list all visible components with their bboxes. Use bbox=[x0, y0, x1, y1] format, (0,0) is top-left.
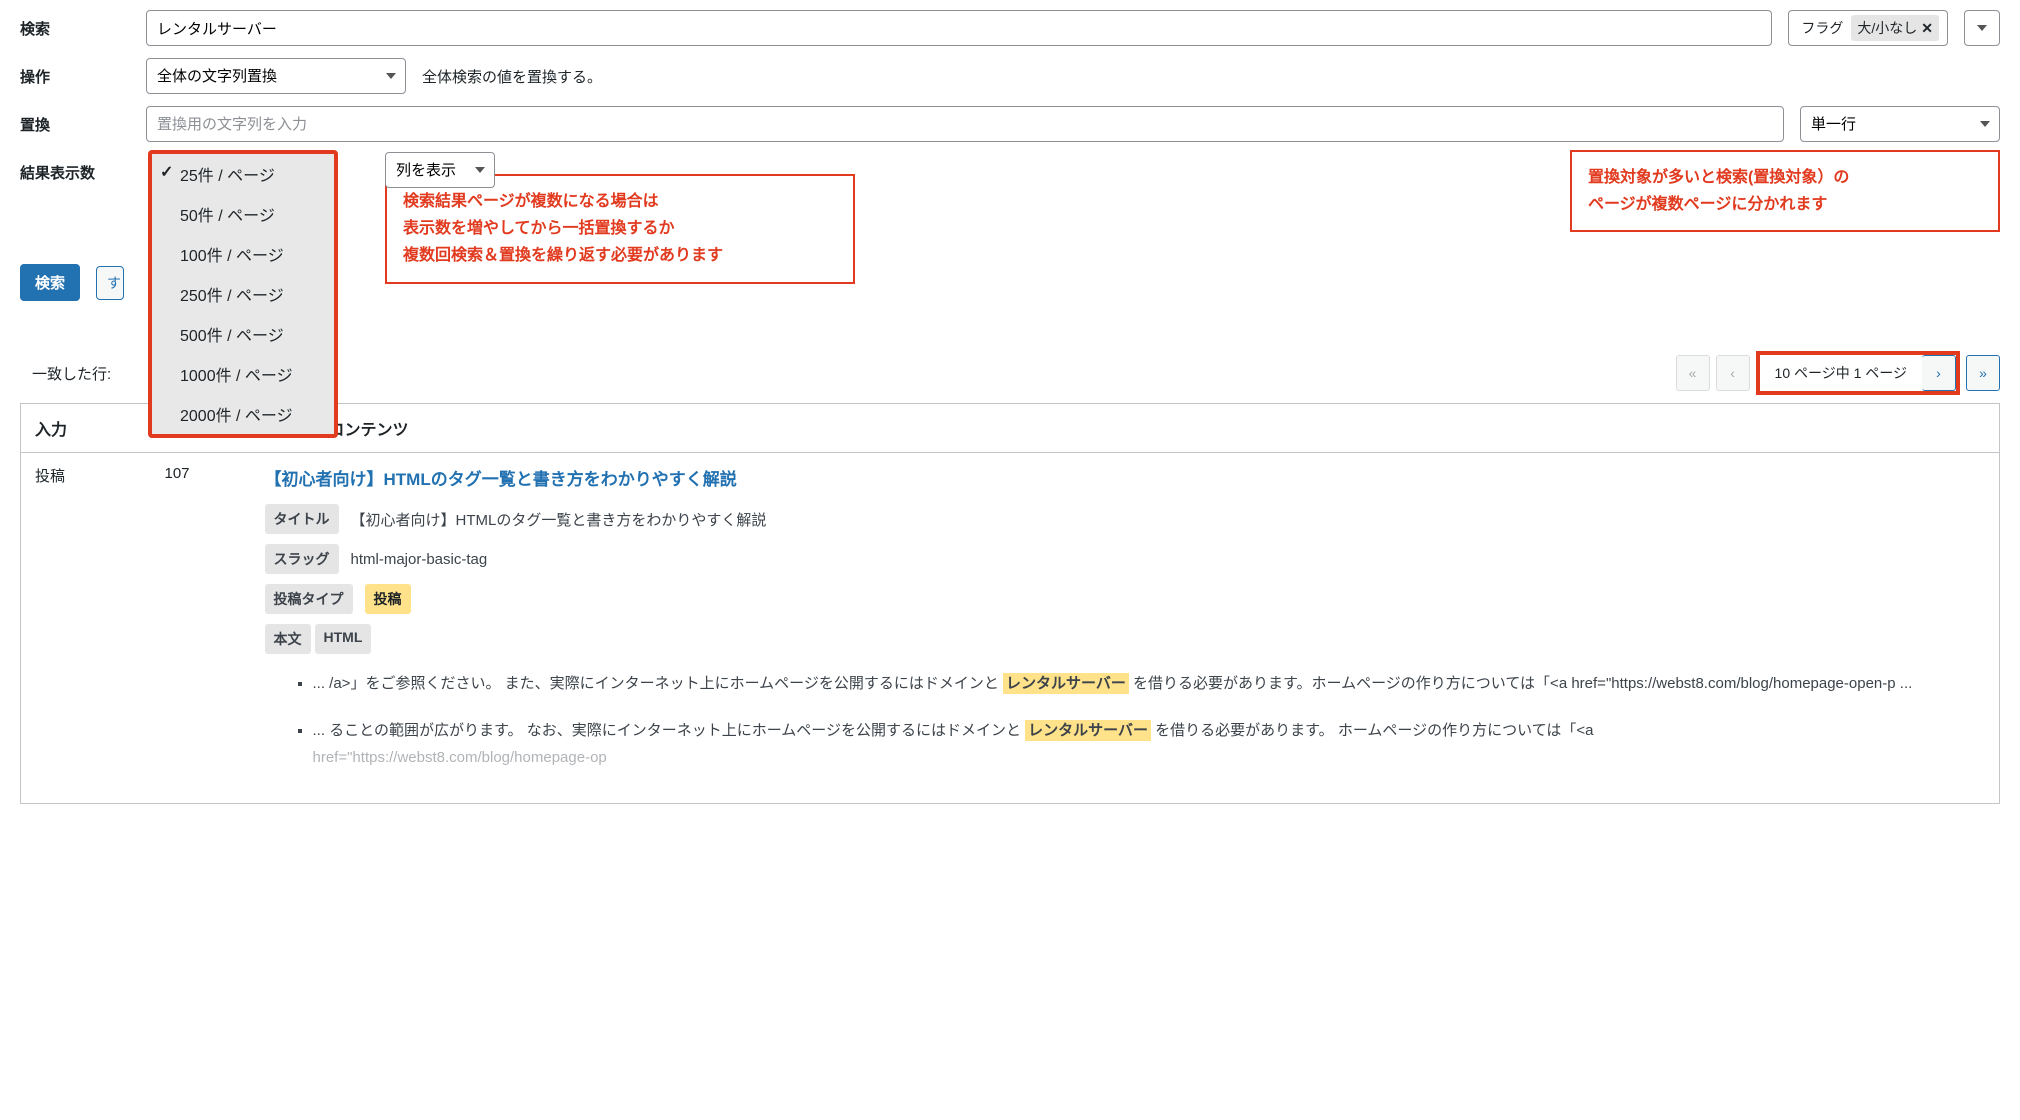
columns-button-area: 列を表示 bbox=[385, 152, 495, 188]
row-content: 【初心者向け】HTMLのタグ一覧と書き方をわかりやすく解説 タイトル 【初心者向… bbox=[251, 453, 2000, 804]
perpage-option-250[interactable]: 250件 / ページ bbox=[152, 274, 334, 314]
flag-dropdown-button[interactable] bbox=[1964, 10, 2000, 46]
flag-remove-icon[interactable]: ✕ bbox=[1921, 20, 1933, 37]
pager-last[interactable]: » bbox=[1966, 355, 2000, 391]
perpage-option-25[interactable]: 25件 / ページ bbox=[152, 154, 334, 194]
pager-highlight: 10 ページ中 1 ページ › bbox=[1756, 351, 1960, 395]
matches-label: 一致した行: bbox=[32, 363, 111, 384]
operation-row: 操作 全体の文字列置換 全体検索の値を置換する。 bbox=[20, 58, 2000, 94]
perpage-row: 結果表示数 25件 / ページ 50件 / ページ 100件 / ページ 250… bbox=[20, 154, 2000, 214]
perpage-option-2000[interactable]: 2000件 / ページ bbox=[152, 394, 334, 434]
row-type: 投稿 bbox=[21, 453, 151, 804]
snippet-item: ... /a>」をご参照ください。 また、実際にインターネット上にホームページを… bbox=[313, 670, 1986, 697]
callout-left: 検索結果ページが複数になる場合は 表示数を増やしてから一括置換するか 複数回検索… bbox=[385, 174, 855, 284]
columns-select[interactable]: 列を表示 bbox=[385, 152, 495, 188]
row-id: 107 bbox=[151, 453, 251, 804]
table-row: 投稿 107 【初心者向け】HTMLのタグ一覧と書き方をわかりやすく解説 タイト… bbox=[21, 453, 2000, 804]
results-table: 入力 一致したコンテンツ 投稿 107 【初心者向け】HTMLのタグ一覧と書き方… bbox=[20, 403, 2000, 804]
operation-label: 操作 bbox=[20, 66, 130, 87]
replace-mode-select[interactable]: 単一行 bbox=[1800, 106, 2000, 142]
snippet-list: ... /a>」をご参照ください。 また、実際にインターネット上にホームページを… bbox=[265, 670, 1986, 771]
highlight: レンタルサーバー bbox=[1025, 720, 1151, 741]
callout-right: 置換対象が多いと検索(置換対象）の ページが複数ページに分かれます bbox=[1570, 150, 2000, 232]
meta-body-label: 本文 bbox=[265, 624, 311, 654]
operation-hint: 全体検索の値を置換する。 bbox=[422, 66, 602, 87]
col-input-header: 入力 bbox=[21, 404, 151, 453]
pager-next[interactable]: › bbox=[1922, 355, 1956, 391]
flag-label: フラグ bbox=[1801, 18, 1843, 38]
snippet-item: ... ることの範囲が広がります。 なお、実際にインターネット上にホームページを… bbox=[313, 717, 1986, 771]
flag-chip[interactable]: 大/小なし ✕ bbox=[1851, 15, 1939, 41]
highlight: レンタルサーバー bbox=[1003, 673, 1129, 694]
perpage-option-1000[interactable]: 1000件 / ページ bbox=[152, 354, 334, 394]
secondary-button[interactable]: す bbox=[96, 266, 124, 300]
pager-prev[interactable]: ‹ bbox=[1716, 355, 1750, 391]
meta-title-label: タイトル bbox=[265, 504, 339, 534]
replace-label: 置換 bbox=[20, 114, 130, 135]
search-button[interactable]: 検索 bbox=[20, 264, 80, 301]
operation-select[interactable]: 全体の文字列置換 bbox=[146, 58, 406, 94]
pager: « ‹ 10 ページ中 1 ページ › » bbox=[1676, 351, 2000, 395]
search-input[interactable] bbox=[146, 10, 1772, 46]
meta-slug-val: html-major-basic-tag bbox=[351, 551, 488, 568]
col-content-header: 一致したコンテンツ bbox=[251, 404, 2000, 453]
meta-slug-label: スラッグ bbox=[265, 544, 339, 574]
replace-row: 置換 単一行 bbox=[20, 106, 2000, 142]
perpage-option-100[interactable]: 100件 / ページ bbox=[152, 234, 334, 274]
replace-input[interactable] bbox=[146, 106, 1784, 142]
perpage-label: 結果表示数 bbox=[20, 154, 130, 183]
search-row: 検索 フラグ 大/小なし ✕ bbox=[20, 10, 2000, 46]
perpage-dropdown[interactable]: 25件 / ページ 50件 / ページ 100件 / ページ 250件 / ペー… bbox=[148, 150, 338, 438]
perpage-option-50[interactable]: 50件 / ページ bbox=[152, 194, 334, 234]
meta-title-val: 【初心者向け】HTMLのタグ一覧と書き方をわかりやすく解説 bbox=[351, 509, 767, 530]
meta-posttype-val: 投稿 bbox=[365, 584, 411, 614]
flag-box[interactable]: フラグ 大/小なし ✕ bbox=[1788, 10, 1948, 46]
meta-block: タイトル 【初心者向け】HTMLのタグ一覧と書き方をわかりやすく解説 スラッグ … bbox=[265, 504, 1986, 654]
meta-posttype-label: 投稿タイプ bbox=[265, 584, 353, 614]
pager-info: 10 ページ中 1 ページ bbox=[1760, 355, 1922, 391]
pager-first[interactable]: « bbox=[1676, 355, 1710, 391]
meta-body-mode: HTML bbox=[315, 624, 372, 654]
perpage-option-500[interactable]: 500件 / ページ bbox=[152, 314, 334, 354]
search-label: 検索 bbox=[20, 18, 130, 39]
result-title-link[interactable]: 【初心者向け】HTMLのタグ一覧と書き方をわかりやすく解説 bbox=[265, 470, 737, 489]
